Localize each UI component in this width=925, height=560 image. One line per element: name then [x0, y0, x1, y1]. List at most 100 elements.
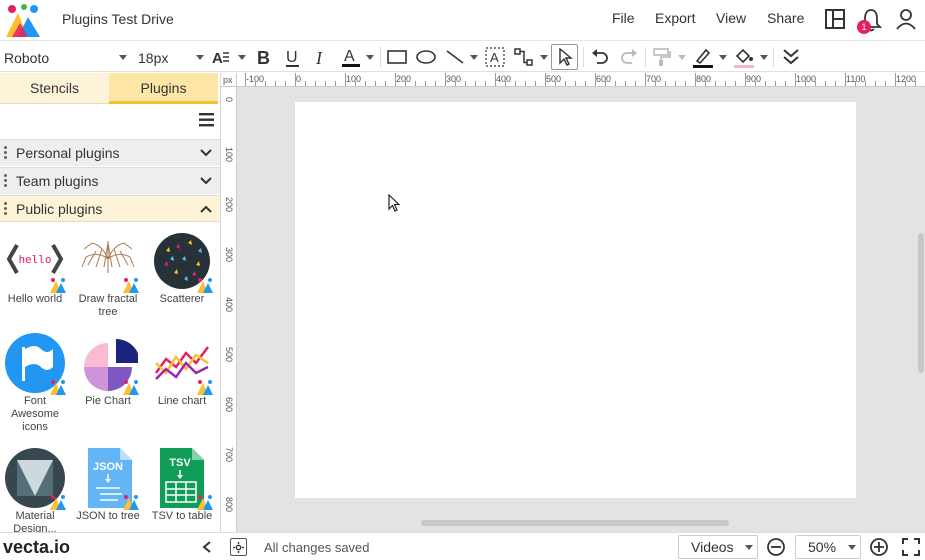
ruler-minor-tick: [535, 81, 536, 86]
ruler-tick-label: 0: [224, 97, 234, 103]
more-tools-icon[interactable]: [780, 46, 802, 68]
menu-view[interactable]: View: [716, 10, 746, 26]
vertical-scrollbar[interactable]: [918, 233, 924, 373]
layout-panel-icon[interactable]: [824, 8, 848, 32]
plugin-json-to-tree[interactable]: JSON JSON to tree: [73, 448, 143, 523]
plugin-material-design[interactable]: Material Design...: [0, 448, 70, 532]
ruler-tick-label: 1200: [896, 74, 917, 84]
ruler-minor-tick: [325, 81, 326, 86]
vertical-ruler[interactable]: 0 100 200 300 400 500 600 700 800: [221, 87, 237, 532]
font-color-icon[interactable]: A: [340, 46, 362, 68]
select-tool-button[interactable]: [551, 44, 578, 70]
plugin-font-awesome-icons[interactable]: Font Awesome icons: [0, 333, 70, 434]
italic-icon[interactable]: I: [311, 46, 333, 68]
user-icon[interactable]: [895, 8, 919, 32]
drawing-page[interactable]: [295, 102, 856, 498]
bold-icon[interactable]: B: [253, 46, 275, 68]
ruler-minor-tick: [635, 81, 636, 86]
plugin-draw-fractal-tree[interactable]: Draw fractal tree: [73, 231, 143, 319]
format-painter-icon[interactable]: [651, 46, 673, 68]
ruler-tick-label: 700: [224, 447, 234, 463]
mouse-cursor-icon: [388, 194, 401, 212]
ruler-minor-tick: [455, 81, 456, 86]
ruler-minor-tick: [855, 81, 856, 86]
brand-name[interactable]: vecta.io: [3, 537, 70, 558]
line-tool-icon[interactable]: [444, 46, 466, 68]
ruler-tick-label: 500: [546, 74, 562, 84]
chevron-down-icon[interactable]: [366, 55, 374, 60]
chevron-down-icon[interactable]: [760, 55, 768, 60]
ruler-unit: px: [221, 73, 237, 87]
vecta-badge-icon: [197, 495, 213, 510]
fill-color-icon[interactable]: [733, 46, 755, 68]
plugin-scatterer[interactable]: Scatterer: [147, 231, 217, 306]
settings-icon[interactable]: [230, 538, 247, 556]
plugin-tsv-to-table[interactable]: TSV TSV to table: [147, 448, 217, 523]
font-family-value: Roboto: [4, 50, 50, 66]
section-team-plugins[interactable]: Team plugins: [0, 167, 220, 194]
text-size-icon[interactable]: A: [212, 46, 234, 68]
ruler-minor-tick: [365, 81, 366, 86]
chevron-up-icon: [200, 205, 212, 213]
tab-plugins[interactable]: Plugins: [109, 73, 218, 104]
vecta-logo[interactable]: [4, 3, 44, 39]
ellipse-tool-icon[interactable]: [415, 46, 437, 68]
rectangle-tool-icon[interactable]: [386, 46, 408, 68]
hello-icon: hello: [5, 231, 66, 293]
zoom-in-icon[interactable]: [869, 537, 889, 557]
vecta-badge-icon: [123, 278, 139, 293]
drawing-canvas[interactable]: [237, 87, 925, 532]
svg-text:A: A: [490, 50, 499, 65]
ruler-tick: [645, 73, 646, 86]
toolbar-divider: [645, 47, 646, 67]
menu-file[interactable]: File: [612, 10, 635, 26]
document-title[interactable]: Plugins Test Drive: [62, 11, 174, 27]
redo-icon[interactable]: [618, 46, 640, 68]
chevron-down-icon[interactable]: [540, 55, 548, 60]
ruler-minor-tick: [725, 81, 726, 86]
status-bar: vecta.io All changes saved Videos 50%: [0, 532, 925, 560]
horizontal-ruler[interactable]: -100 0 100 200 300 400 500 600 700 800 900 1000 1100…: [237, 73, 925, 87]
chevron-down-icon[interactable]: [238, 55, 246, 60]
ruler-minor-tick: [605, 81, 606, 86]
chevron-down-icon[interactable]: [470, 55, 478, 60]
ruler-minor-tick: [435, 81, 436, 86]
connector-tool-icon[interactable]: [513, 46, 535, 68]
chevron-down-icon[interactable]: [719, 55, 727, 60]
ruler-minor-tick: [525, 81, 526, 86]
videos-dropdown[interactable]: Videos: [678, 535, 758, 559]
zoom-select[interactable]: 50%: [795, 535, 861, 559]
plugin-line-chart[interactable]: Line chart: [147, 333, 217, 408]
chevron-down-icon[interactable]: [678, 55, 686, 60]
ruler-minor-tick: [475, 81, 476, 86]
toolbar-divider: [773, 47, 774, 67]
font-size-select[interactable]: 18px: [134, 41, 208, 72]
ruler-tick-label: 700: [646, 74, 662, 84]
plugin-label: JSON to tree: [76, 510, 140, 522]
ruler-minor-tick: [835, 81, 836, 86]
collapse-panel-icon[interactable]: [199, 540, 215, 554]
svg-text:U: U: [286, 49, 298, 66]
underline-icon[interactable]: U: [282, 46, 304, 68]
text-box-tool-icon[interactable]: A: [484, 46, 506, 68]
ruler-minor-tick: [915, 81, 916, 86]
ruler-minor-tick: [405, 81, 406, 86]
section-public-plugins[interactable]: Public plugins: [0, 195, 220, 222]
material-icon: [5, 448, 66, 510]
fullscreen-icon[interactable]: [901, 537, 921, 557]
plugin-label: Hello world: [7, 293, 63, 305]
stroke-color-icon[interactable]: [692, 46, 714, 68]
notification-badge[interactable]: 1: [857, 20, 871, 34]
section-personal-plugins[interactable]: Personal plugins: [0, 139, 220, 166]
font-family-select[interactable]: Roboto: [0, 41, 131, 72]
menu-export[interactable]: Export: [655, 10, 695, 26]
horizontal-scrollbar[interactable]: [421, 520, 729, 526]
menu-share[interactable]: Share: [767, 10, 804, 26]
zoom-out-icon[interactable]: [766, 537, 786, 557]
chevron-down-icon: [745, 545, 753, 550]
hamburger-menu-icon[interactable]: [197, 111, 217, 129]
plugin-hello-world[interactable]: hello Hello world: [0, 231, 70, 306]
plugin-pie-chart[interactable]: Pie Chart: [73, 333, 143, 408]
tab-stencils[interactable]: Stencils: [0, 73, 109, 104]
undo-icon[interactable]: [589, 46, 611, 68]
